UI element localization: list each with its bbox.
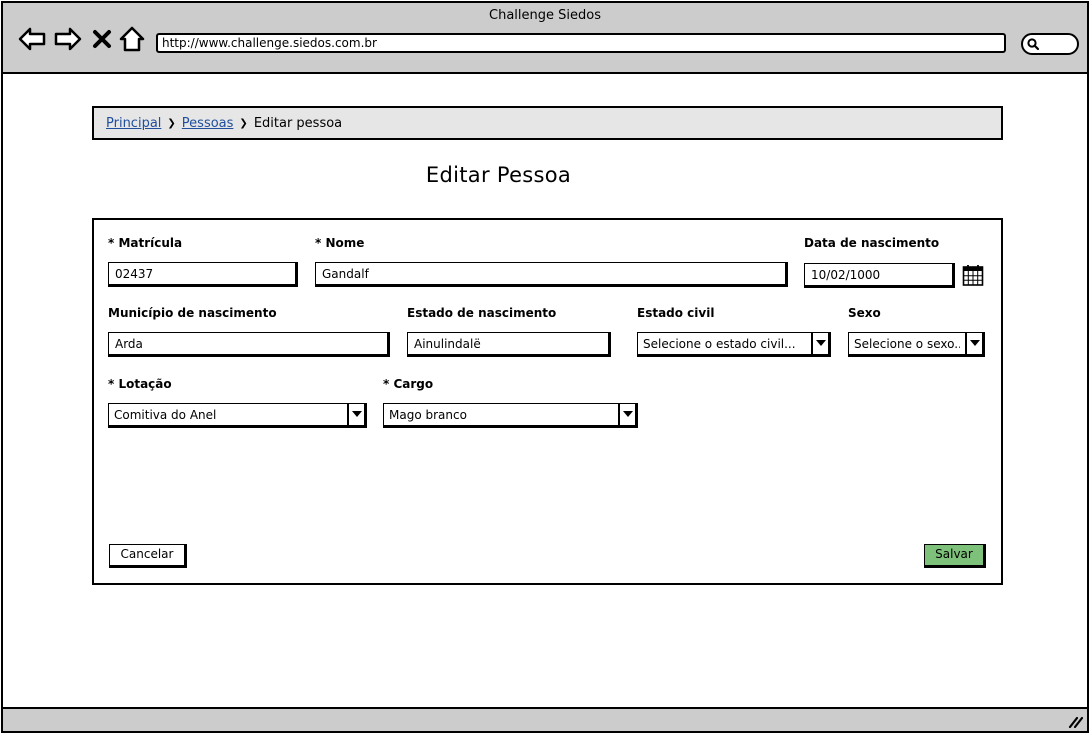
browser-window: Challenge Siedos http://www.challenge.si… [1, 1, 1089, 733]
sexo-select-value: Selecione o sexo... [854, 337, 960, 351]
estado-civil-select[interactable]: Selecione o estado civil... [637, 332, 831, 357]
calendar-icon[interactable] [962, 263, 984, 287]
estado-input[interactable]: Ainulindalë [407, 332, 611, 357]
data-nascimento-label: Data de nascimento [804, 236, 940, 250]
lotacao-select-value: Comitiva do Anel [114, 408, 217, 422]
cargo-label: * Cargo [383, 377, 434, 391]
browser-chrome: Challenge Siedos http://www.challenge.si… [3, 3, 1087, 74]
back-icon[interactable] [17, 25, 47, 53]
lotacao-select[interactable]: Comitiva do Anel [108, 403, 367, 428]
data-nascimento-input[interactable]: 10/02/1000 [804, 263, 955, 288]
breadcrumb-current: Editar pessoa [253, 115, 343, 131]
browser-search-button[interactable] [1021, 33, 1079, 55]
chevron-down-icon[interactable] [618, 404, 635, 425]
forward-icon[interactable] [53, 25, 83, 53]
window-title: Challenge Siedos [489, 8, 601, 23]
resize-grip-icon[interactable] [1067, 714, 1083, 728]
estado-civil-label: Estado civil [637, 306, 715, 320]
cargo-select[interactable]: Mago branco [383, 403, 638, 428]
close-icon[interactable] [91, 25, 113, 53]
page-title: Editar Pessoa [425, 163, 572, 187]
municipio-input[interactable]: Arda [108, 332, 390, 357]
home-icon[interactable] [119, 25, 145, 53]
municipio-label: Município de nascimento [108, 306, 277, 320]
lotacao-label: * Lotação [108, 377, 172, 391]
url-input[interactable]: http://www.challenge.siedos.com.br [156, 33, 1006, 53]
breadcrumb-people-link[interactable]: Pessoas [182, 116, 234, 131]
nome-label: * Nome [315, 236, 365, 250]
status-bar [3, 707, 1087, 731]
breadcrumb-separator-icon: ❯ [167, 117, 176, 129]
estado-label: Estado de nascimento [407, 306, 557, 320]
breadcrumb-home-link[interactable]: Principal [106, 116, 161, 131]
cancel-button[interactable]: Cancelar [109, 544, 187, 568]
chevron-down-icon[interactable] [347, 404, 364, 425]
chevron-down-icon[interactable] [965, 333, 982, 354]
chevron-down-icon[interactable] [811, 333, 828, 354]
search-icon [1027, 38, 1040, 51]
breadcrumb-separator-icon: ❯ [239, 117, 248, 129]
matricula-input[interactable]: 02437 [108, 262, 298, 287]
cargo-select-value: Mago branco [389, 408, 467, 422]
save-button[interactable]: Salvar [924, 544, 986, 568]
breadcrumb: Principal ❯ Pessoas ❯ Editar pessoa [92, 106, 1003, 140]
nome-input[interactable]: Gandalf [315, 262, 788, 287]
matricula-label: * Matrícula [108, 236, 183, 250]
sexo-select[interactable]: Selecione o sexo... [848, 332, 985, 357]
estado-civil-select-value: Selecione o estado civil... [643, 337, 796, 351]
sexo-label: Sexo [848, 306, 881, 320]
edit-person-form: * Matrícula 02437 * Nome Gandalf Data de… [92, 218, 1003, 585]
